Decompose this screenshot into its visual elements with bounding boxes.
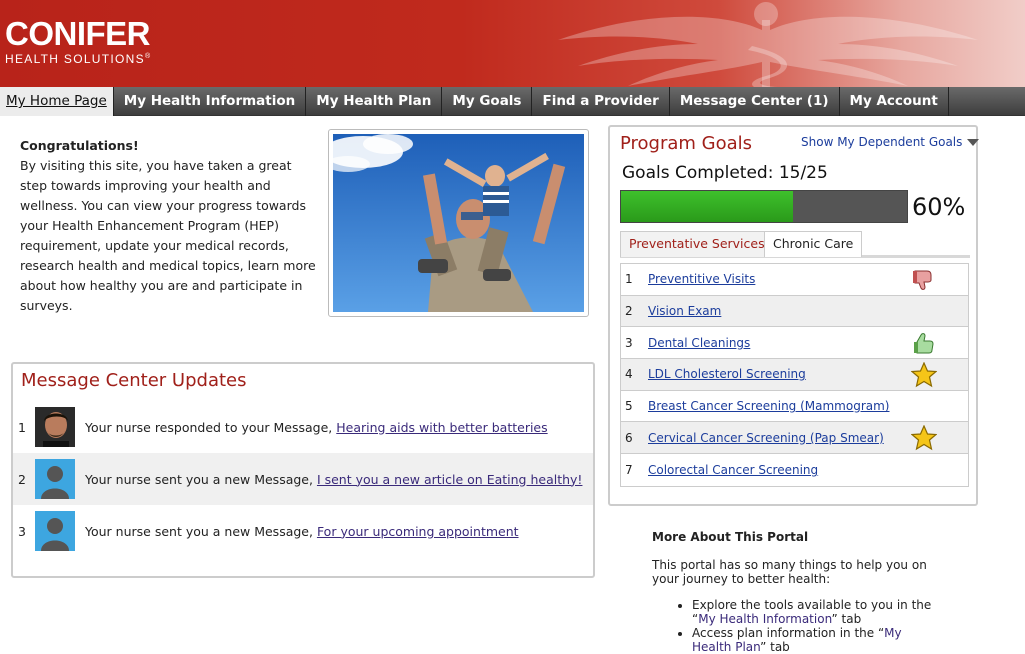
goal-number: 7 bbox=[625, 462, 633, 477]
list-item: Access plan information in the “My Healt… bbox=[692, 626, 932, 654]
header-banner: CONIFER HEALTH SOLUTIONS® bbox=[0, 0, 1025, 87]
progress-fill bbox=[621, 191, 793, 222]
nav-message-center[interactable]: Message Center (1) bbox=[670, 87, 840, 116]
nav-my-health-plan[interactable]: My Health Plan bbox=[306, 87, 443, 116]
logo-name: CONIFER bbox=[5, 15, 151, 52]
list-item: Explore the tools available to you in th… bbox=[692, 598, 932, 626]
star-icon bbox=[911, 362, 937, 388]
my-health-information-link[interactable]: My Health Information bbox=[698, 612, 831, 626]
goal-link[interactable]: Cervical Cancer Screening (Pap Smear) bbox=[648, 431, 884, 445]
more-about-section: More About This Portal This portal has s… bbox=[652, 530, 932, 654]
goal-link[interactable]: LDL Cholesterol Screening bbox=[648, 367, 806, 381]
goals-progress-bar bbox=[620, 190, 908, 223]
message-text: Your nurse responded to your Message, bbox=[85, 419, 337, 435]
caduceus-watermark-icon bbox=[558, 2, 978, 87]
message-link[interactable]: For your upcoming appointment bbox=[317, 524, 519, 539]
conifer-logo[interactable]: CONIFER HEALTH SOLUTIONS® bbox=[5, 15, 152, 66]
nav-my-home-page[interactable]: My Home Page bbox=[0, 87, 114, 116]
intro-body: By visiting this site, you have taken a … bbox=[20, 158, 316, 313]
tab-chronic-care[interactable]: Chronic Care bbox=[764, 231, 863, 257]
more-about-body: This portal has so many things to help y… bbox=[652, 558, 927, 586]
message-center-panel: Message Center Updates 1 Your nurse resp… bbox=[11, 362, 595, 578]
goal-row: 4 LDL Cholesterol Screening bbox=[621, 359, 968, 391]
progress-percent: 60% bbox=[912, 193, 966, 221]
message-center-title: Message Center Updates bbox=[21, 370, 247, 391]
program-goals-title: Program Goals bbox=[620, 133, 753, 154]
nav-my-account[interactable]: My Account bbox=[840, 87, 949, 116]
dependent-goals-label: Show My Dependent Goals bbox=[801, 135, 963, 149]
logo-subtitle: HEALTH SOLUTIONS® bbox=[5, 52, 152, 66]
message-row: 2 Your nurse sent you a new Message, I s… bbox=[13, 453, 593, 505]
message-number: 2 bbox=[18, 471, 26, 487]
message-link[interactable]: I sent you a new article on Eating healt… bbox=[317, 472, 583, 487]
goal-number: 1 bbox=[625, 272, 633, 287]
goal-number: 2 bbox=[625, 304, 633, 319]
message-number: 3 bbox=[18, 523, 26, 539]
triangle-down-icon bbox=[967, 139, 980, 146]
goal-row: 7 Colorectal Cancer Screening bbox=[621, 454, 968, 486]
thumbs-up-icon bbox=[914, 333, 934, 354]
father-child-photo-image bbox=[333, 134, 584, 312]
more-about-list: Explore the tools available to you in th… bbox=[692, 598, 932, 654]
goal-row: 3 Dental Cleanings bbox=[621, 327, 968, 360]
show-dependent-goals-dropdown[interactable]: Show My Dependent Goals bbox=[801, 135, 980, 149]
default-person-icon bbox=[35, 459, 75, 499]
message-row: 1 Your nurse responded to your Message, … bbox=[13, 401, 593, 453]
hero-photo bbox=[328, 129, 589, 317]
nav-find-a-provider[interactable]: Find a Provider bbox=[532, 87, 670, 116]
intro-title: Congratulations! bbox=[20, 138, 139, 153]
more-about-title: More About This Portal bbox=[652, 530, 809, 544]
goal-number: 4 bbox=[625, 367, 633, 382]
message-text: Your nurse sent you a new Message, bbox=[85, 523, 317, 539]
tab-preventative-services[interactable]: Preventative Services bbox=[620, 231, 774, 257]
message-number: 1 bbox=[18, 419, 26, 435]
message-row: 3 Your nurse sent you a new Message, For… bbox=[13, 505, 593, 557]
goal-link[interactable]: Dental Cleanings bbox=[648, 336, 750, 350]
goal-row: 1 Preventitive Visits bbox=[621, 264, 968, 296]
message-link[interactable]: Hearing aids with better batteries bbox=[336, 420, 547, 435]
nav-my-goals[interactable]: My Goals bbox=[442, 87, 533, 116]
main-nav: My Home Page My Health Information My He… bbox=[0, 87, 1025, 116]
goal-number: 5 bbox=[625, 399, 633, 414]
intro-section: Congratulations! By visiting this site, … bbox=[20, 136, 320, 316]
program-goals-panel: Program Goals Show My Dependent Goals Go… bbox=[608, 125, 980, 506]
goal-row: 2 Vision Exam bbox=[621, 295, 968, 328]
nav-my-health-information[interactable]: My Health Information bbox=[114, 87, 307, 116]
goal-row: 6 Cervical Cancer Screening (Pap Smear) bbox=[621, 422, 968, 455]
goal-number: 6 bbox=[625, 430, 633, 445]
goals-list: 1 Preventitive Visits 2 Vision Exam 3 De… bbox=[620, 263, 969, 487]
goals-completed-label: Goals Completed: 15/25 bbox=[622, 163, 828, 183]
nurse-photo-avatar bbox=[35, 407, 75, 447]
goal-link[interactable]: Preventitive Visits bbox=[648, 272, 755, 286]
default-person-icon bbox=[35, 511, 75, 551]
message-text: Your nurse sent you a new Message, bbox=[85, 471, 317, 487]
goal-row: 5 Breast Cancer Screening (Mammogram) bbox=[621, 391, 968, 423]
goal-link[interactable]: Vision Exam bbox=[648, 304, 721, 318]
goal-link[interactable]: Colorectal Cancer Screening bbox=[648, 463, 818, 477]
star-icon bbox=[911, 425, 937, 451]
goals-tabs: Preventative Services Chronic Care bbox=[620, 231, 970, 258]
goal-link[interactable]: Breast Cancer Screening (Mammogram) bbox=[648, 399, 890, 413]
goal-number: 3 bbox=[625, 335, 633, 350]
thumbs-down-icon bbox=[913, 270, 932, 290]
